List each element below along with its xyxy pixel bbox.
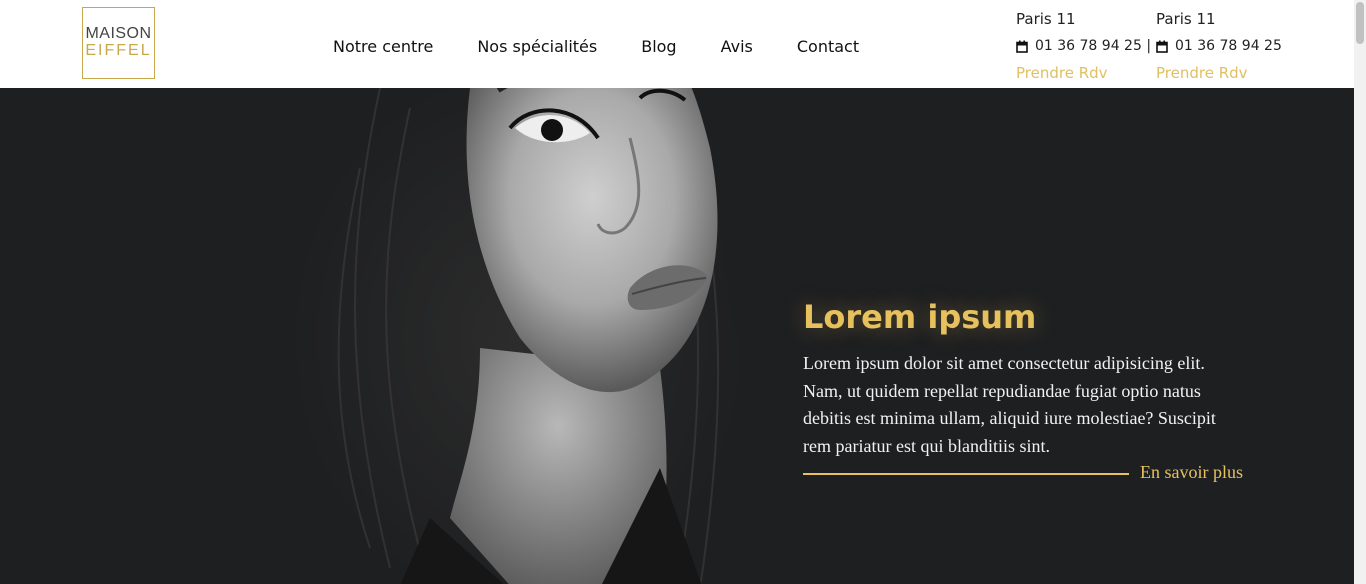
- contact-block-1: Paris 11 01 36 78 94 25 | Prendre Rdv: [1016, 10, 1156, 82]
- brand-logo[interactable]: MAISON EIFFEL: [82, 7, 155, 79]
- contact-block-2: Paris 11 01 36 78 94 25 Prendre Rdv: [1156, 10, 1296, 82]
- contact-phone-number: 01 36 78 94 25 |: [1035, 38, 1152, 54]
- nav-item-specialites[interactable]: Nos spécialités: [477, 37, 597, 56]
- hero-section: Lorem ipsum Lorem ipsum dolor sit amet c…: [0, 88, 1354, 584]
- logo-line-2: EIFFEL: [85, 42, 152, 59]
- contact-phone[interactable]: 01 36 78 94 25 |: [1016, 38, 1156, 54]
- contact-phone-number: 01 36 78 94 25: [1175, 38, 1282, 54]
- site-header: MAISON EIFFEL Notre centre Nos spécialit…: [0, 0, 1354, 88]
- hero-title: Lorem ipsum: [803, 298, 1037, 336]
- contact-city: Paris 11: [1016, 10, 1076, 28]
- contact-city: Paris 11: [1156, 10, 1216, 28]
- cta-divider: [803, 472, 1129, 475]
- main-nav: Notre centre Nos spécialités Blog Avis C…: [333, 37, 903, 56]
- hero-cta[interactable]: En savoir plus: [803, 462, 1263, 483]
- contact-phone[interactable]: 01 36 78 94 25: [1156, 38, 1296, 54]
- nav-item-contact[interactable]: Contact: [797, 37, 859, 56]
- nav-item-notre-centre[interactable]: Notre centre: [333, 37, 433, 56]
- page-scrollbar[interactable]: [1354, 0, 1366, 584]
- nav-item-blog[interactable]: Blog: [641, 37, 676, 56]
- book-appointment-link[interactable]: Prendre Rdv: [1156, 64, 1296, 82]
- scrollbar-thumb[interactable]: [1356, 2, 1364, 44]
- logo-line-1: MAISON: [85, 25, 152, 43]
- hero-portrait-image: [289, 88, 748, 584]
- calendar-icon: [1016, 40, 1028, 53]
- nav-item-avis[interactable]: Avis: [721, 37, 753, 56]
- hero-description: Lorem ipsum dolor sit amet consectetur a…: [803, 353, 1216, 456]
- book-appointment-link[interactable]: Prendre Rdv: [1016, 64, 1156, 82]
- hero-content: Lorem ipsum Lorem ipsum dolor sit amet c…: [803, 298, 1263, 483]
- learn-more-link[interactable]: En savoir plus: [1140, 462, 1243, 483]
- calendar-icon: [1156, 40, 1168, 53]
